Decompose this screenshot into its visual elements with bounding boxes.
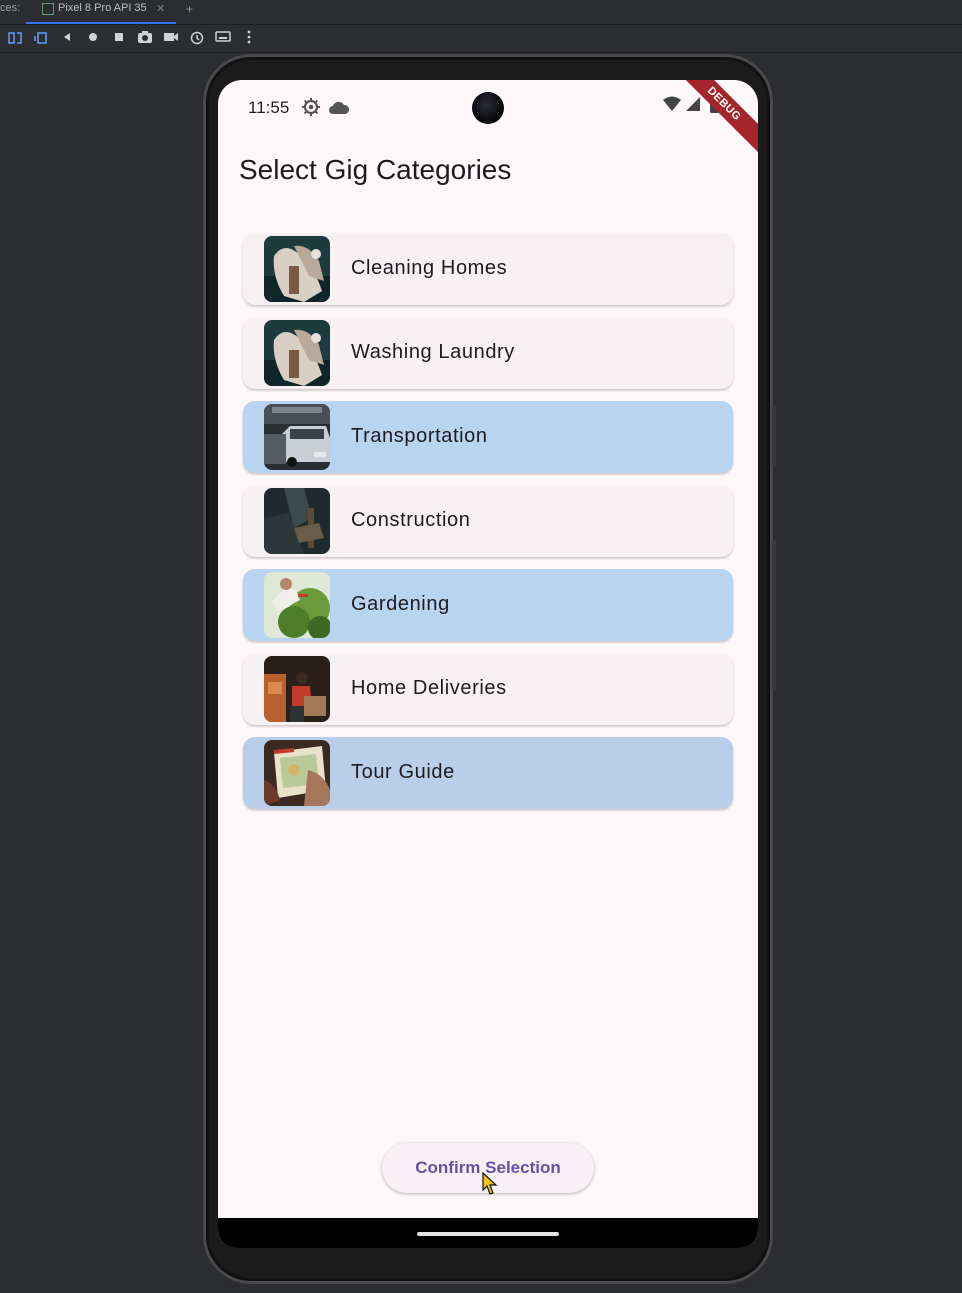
category-image: [264, 488, 330, 554]
app-screen: 11:55 DEBUG Select Gig Categories Cleani…: [218, 80, 758, 1248]
more-icon[interactable]: [240, 30, 258, 48]
category-card-tour-guide[interactable]: Tour Guide: [243, 737, 733, 809]
mouse-cursor-icon: [482, 1172, 498, 1195]
power-button: [772, 406, 776, 466]
category-label: Cleaning Homes: [351, 257, 508, 279]
home-icon[interactable]: [84, 30, 102, 48]
home-gesture-pill[interactable]: [417, 1232, 559, 1236]
volume-button: [772, 540, 776, 690]
category-card-cleaning-homes[interactable]: Cleaning Homes: [243, 233, 733, 305]
category-image: [264, 320, 330, 386]
close-icon[interactable]: ✕: [156, 2, 165, 15]
device-icon: [42, 3, 54, 15]
add-tab-button[interactable]: +: [186, 2, 193, 16]
gesture-nav-bar: [218, 1218, 758, 1248]
back-icon[interactable]: [58, 30, 76, 48]
settings-icon: [301, 97, 321, 122]
category-label: Gardening: [351, 593, 450, 615]
category-card-transportation[interactable]: Transportation: [243, 401, 733, 473]
category-image: [264, 740, 330, 806]
front-camera: [472, 92, 504, 124]
cellular-signal-icon: [685, 96, 701, 117]
emulator-toolbar: [0, 25, 962, 53]
category-card-construction[interactable]: Construction: [243, 485, 733, 557]
category-card-home-deliveries[interactable]: Home Deliveries: [243, 653, 733, 725]
snapshot-icon[interactable]: [188, 30, 206, 48]
category-image: [264, 656, 330, 722]
category-image: [264, 236, 330, 302]
record-icon[interactable]: [162, 30, 180, 48]
category-label: Tour Guide: [351, 761, 455, 783]
tab-label: Pixel 8 Pro API 35: [58, 2, 147, 14]
category-card-gardening[interactable]: Gardening: [243, 569, 733, 641]
overview-icon[interactable]: [110, 30, 128, 48]
category-card-washing-laundry[interactable]: Washing Laundry: [243, 317, 733, 389]
rotate-icon[interactable]: [32, 30, 50, 48]
category-image: [264, 404, 330, 470]
cloud-icon: [328, 100, 350, 120]
wifi-icon: [662, 96, 682, 117]
category-label: Washing Laundry: [351, 341, 515, 363]
category-label: Transportation: [351, 425, 488, 447]
category-label: Construction: [351, 509, 471, 531]
keyboard-icon[interactable]: [214, 30, 232, 48]
category-image: [264, 572, 330, 638]
screenshot-icon[interactable]: [136, 30, 154, 48]
mirror-icon[interactable]: [6, 30, 24, 48]
status-time: 11:55: [248, 98, 290, 117]
category-label: Home Deliveries: [351, 677, 507, 699]
page-title: Select Gig Categories: [239, 154, 512, 185]
ide-tab-bar: ces: Pixel 8 Pro API 35 ✕ +: [0, 0, 962, 25]
tab-device-pixel[interactable]: Pixel 8 Pro API 35 ✕: [26, 0, 176, 24]
ide-tab-fragment[interactable]: ces:: [0, 2, 20, 14]
